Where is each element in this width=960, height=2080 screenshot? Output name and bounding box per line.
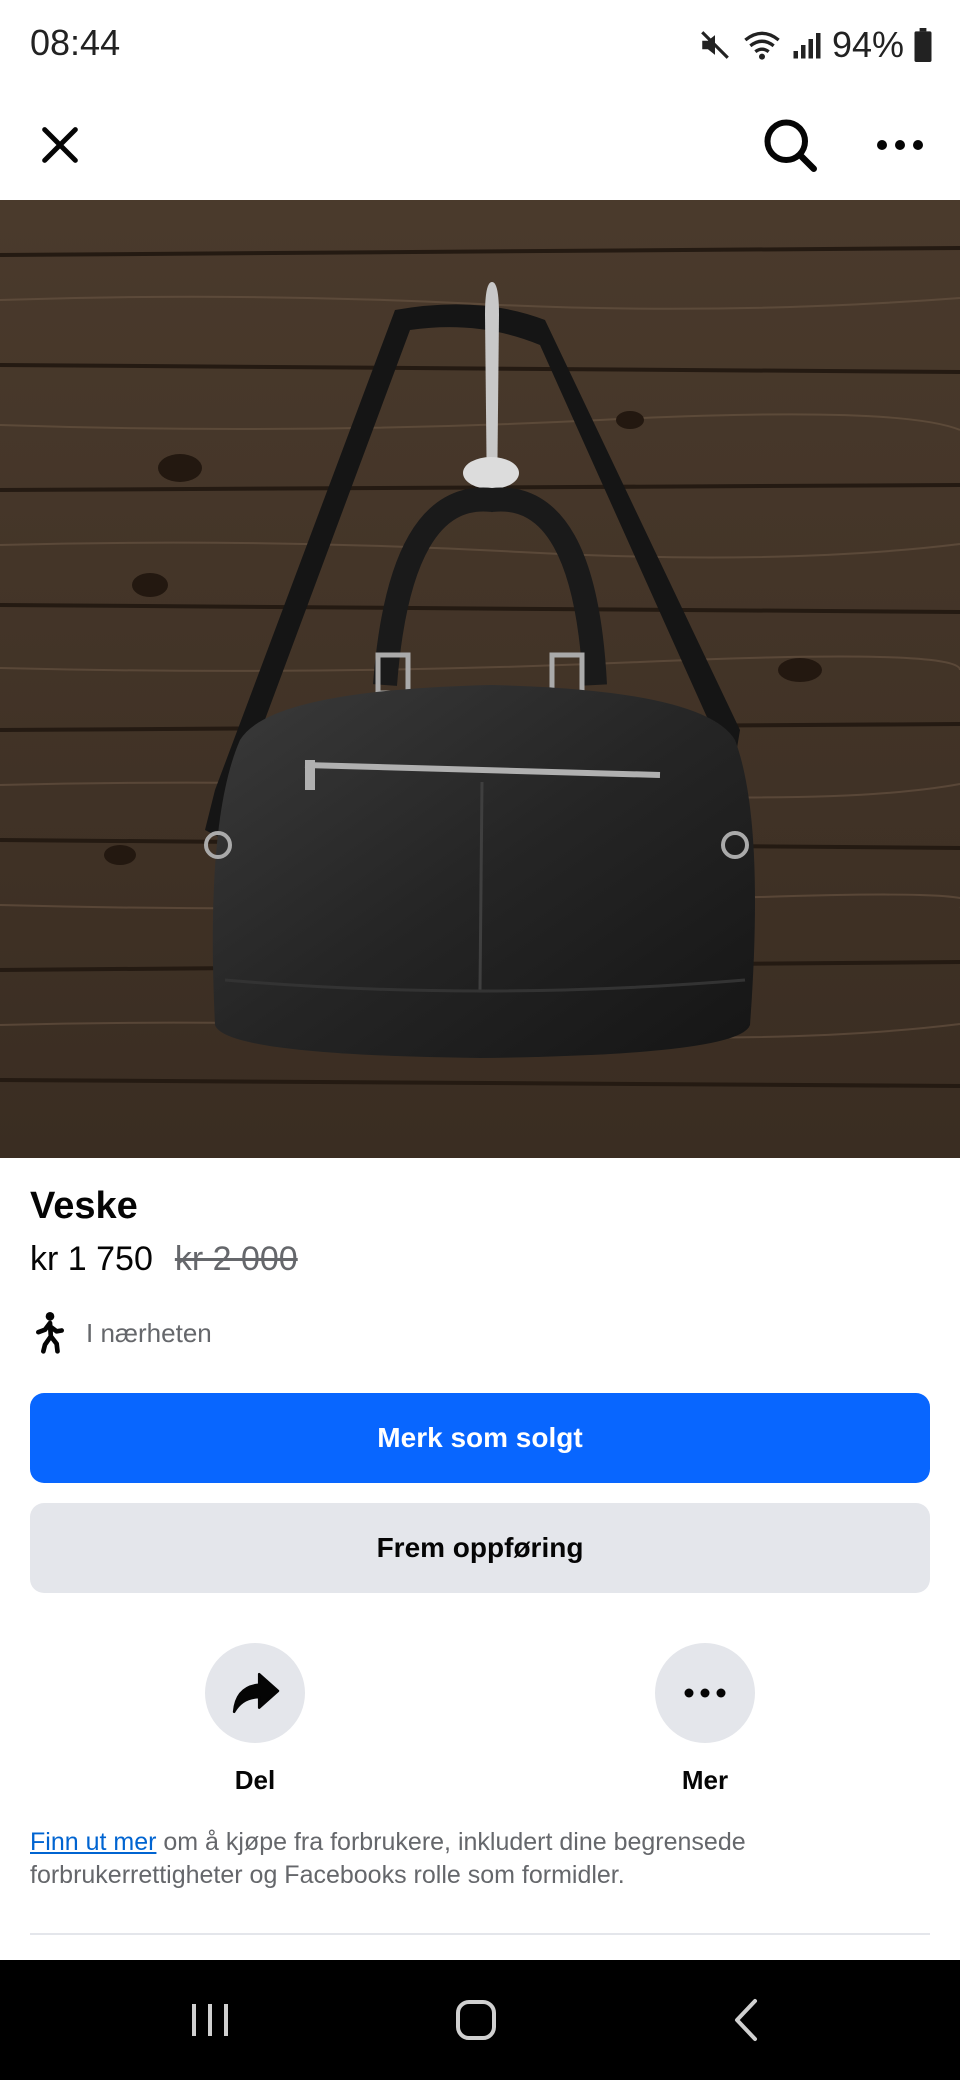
wifi-icon: [744, 31, 780, 60]
recent-apps-icon: [192, 2004, 228, 2036]
more-icon: [684, 1688, 726, 1698]
home-button[interactable]: [436, 1980, 516, 2060]
recent-apps-button[interactable]: [170, 1980, 250, 2060]
price-row: kr 1 750 kr 2 000: [30, 1240, 298, 1279]
listing-photo[interactable]: [0, 200, 960, 1158]
system-nav-bar: [0, 1960, 960, 2080]
close-button[interactable]: [20, 105, 100, 185]
back-button[interactable]: [706, 1980, 786, 2060]
mark-sold-button[interactable]: Merk som solgt: [30, 1393, 930, 1483]
share-label: Del: [234, 1765, 276, 1795]
top-bar: [0, 90, 960, 200]
more-icon: [877, 140, 923, 150]
share-action[interactable]: Del: [185, 1643, 325, 1796]
close-icon: [42, 127, 78, 163]
more-button[interactable]: [860, 105, 940, 185]
handbag-photo: [0, 200, 960, 1158]
more-options-button[interactable]: [655, 1643, 755, 1743]
location-text: I nærheten: [86, 1317, 212, 1348]
location-row: I nærheten: [30, 1310, 212, 1356]
mute-icon: [701, 31, 729, 59]
home-icon: [456, 2000, 496, 2040]
back-icon: [735, 1999, 757, 2041]
share-icon: [232, 1672, 280, 1714]
current-price: kr 1 750: [30, 1240, 153, 1278]
battery-icon: [914, 28, 932, 62]
signal-icon: [793, 33, 821, 59]
listing-title: Veske: [30, 1185, 138, 1227]
more-action[interactable]: Mer: [635, 1643, 775, 1796]
battery-level: 94%: [831, 24, 904, 65]
search-icon: [764, 119, 817, 172]
status-icons: 94%: [698, 20, 932, 70]
more-label: Mer: [681, 1765, 729, 1795]
consumer-info-text: Finn ut mer om å kjøpe fra forbrukere, i…: [30, 1826, 910, 1892]
status-time: 08:44: [30, 22, 121, 63]
walking-person-icon: [36, 1312, 64, 1354]
status-bar: 08:44 94%: [0, 0, 960, 90]
divider: [30, 1933, 930, 1935]
original-price: kr 2 000: [174, 1240, 298, 1278]
learn-more-link[interactable]: Finn ut mer: [30, 1828, 156, 1856]
share-button[interactable]: [205, 1643, 305, 1743]
promote-listing-button[interactable]: Frem oppføring: [30, 1503, 930, 1593]
search-button[interactable]: [750, 105, 830, 185]
